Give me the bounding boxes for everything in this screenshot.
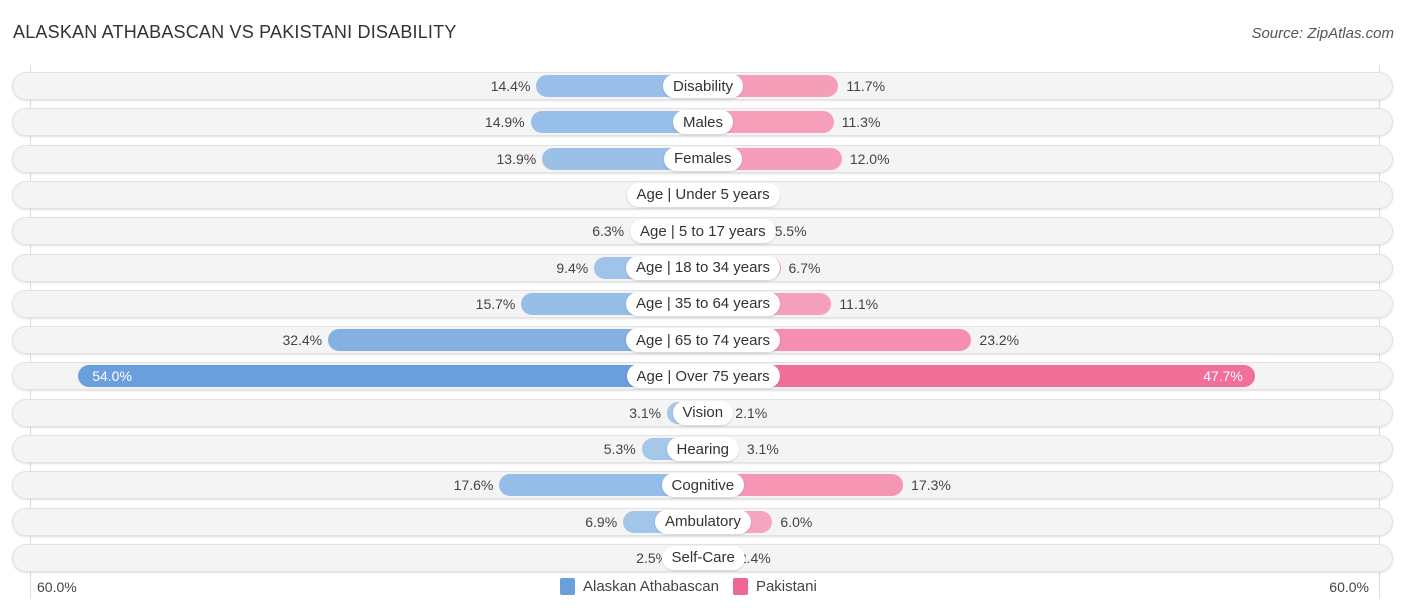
category-label: Cognitive [661, 473, 745, 498]
value-label-alaskan-athabascan: 14.4% [490, 78, 531, 94]
value-label-pakistani: 12.0% [849, 150, 890, 167]
value-label-alaskan-athabascan: 5.3% [603, 441, 636, 457]
value-label-alaskan-athabascan: 6.3% [592, 223, 625, 240]
category-label: Ambulatory [655, 509, 751, 534]
category-label: Self-Care [661, 545, 745, 570]
category-label: Hearing [666, 437, 740, 461]
value-label-pakistani: 2.1% [735, 404, 768, 421]
bar-pakistani[interactable] [703, 365, 1255, 388]
category-label: Age | 35 to 64 years [626, 291, 780, 316]
row-males: 14.9% 11.3% Males [12, 108, 1393, 137]
value-label-pakistani: 11.1% [839, 295, 879, 312]
value-label-alaskan-athabascan: 3.1% [629, 404, 662, 421]
category-label: Males [673, 110, 734, 135]
row-age-18-to-34-years: 9.4% 6.7% Age | 18 to 34 years [12, 253, 1393, 282]
legend-item-alaskan-athabascan[interactable]: Alaskan Athabascan [560, 578, 719, 595]
value-label-pakistani: 3.1% [746, 441, 779, 457]
value-label-pakistani: 6.0% [780, 513, 813, 530]
value-label-pakistani: 6.7% [788, 259, 821, 276]
row-age-35-to-64-years: 15.7% 11.1% Age | 35 to 64 years [12, 289, 1393, 318]
legend-label: Pakistani [755, 578, 817, 595]
category-label: Females [664, 146, 742, 171]
source-label: Source: ZipAtlas.com [1251, 25, 1394, 42]
right-axis-label: 60.0% [1329, 579, 1369, 595]
category-label: Disability [663, 74, 744, 98]
value-label-alaskan-athabascan: 14.9% [484, 114, 525, 131]
legend-label: Alaskan Athabascan [583, 578, 719, 595]
category-label: Vision [672, 400, 734, 425]
value-label-alaskan-athabascan: 13.9% [496, 150, 537, 167]
row-disability: 14.4% 11.7% Disability [12, 72, 1393, 100]
value-label-alaskan-athabascan: 32.4% [282, 332, 323, 349]
value-label-pakistani: 23.2% [979, 332, 1020, 349]
legend-swatch-alaskan-athabascan [560, 578, 575, 595]
value-label-pakistani: 17.3% [911, 477, 951, 494]
left-axis-label: 60.0% [37, 579, 77, 595]
value-label-pakistani: 5.5% [774, 223, 807, 240]
category-label: Age | 5 to 17 years [630, 219, 776, 244]
row-cognitive: 17.6% 17.3% Cognitive [12, 471, 1393, 500]
value-label-alaskan-athabascan: 54.0% [92, 368, 132, 385]
value-label-pakistani: 11.7% [846, 78, 886, 94]
legend-item-pakistani[interactable]: Pakistani [732, 578, 817, 595]
value-label-pakistani: 47.7% [1203, 368, 1243, 385]
row-age-5-to-17-years: 6.3% 5.5% Age | 5 to 17 years [12, 217, 1393, 246]
category-label: Age | Over 75 years [626, 364, 780, 389]
legend: Alaskan Athabascan Pakistani [560, 578, 831, 595]
row-age-65-to-74-years: 32.4% 23.2% Age | 65 to 74 years [12, 326, 1393, 355]
row-age-under-5-years: 1.5%1.3%Age | Under 5 years [12, 180, 1393, 209]
row-ambulatory: 6.9% 6.0% Ambulatory [12, 507, 1393, 536]
category-label: Age | Under 5 years [626, 182, 780, 207]
row-hearing: 5.3% 3.1% Hearing [12, 435, 1393, 463]
row-self-care: 2.5% 2.4% Self-Care [12, 543, 1393, 572]
value-label-alaskan-athabascan: 9.4% [556, 259, 589, 276]
row-vision: 3.1% 2.1% Vision [12, 398, 1393, 427]
category-label: Age | 65 to 74 years [626, 328, 780, 353]
legend-swatch-pakistani [732, 578, 748, 595]
value-label-alaskan-athabascan: 6.9% [585, 513, 618, 530]
value-label-pakistani: 11.3% [841, 114, 881, 131]
value-label-alaskan-athabascan: 15.7% [475, 295, 516, 312]
row-age-over-75-years: 54.0% 47.7% Age | Over 75 years [12, 362, 1393, 391]
category-label: Age | 18 to 34 years [626, 255, 780, 280]
bar-alaskan-athabascan[interactable] [78, 365, 703, 388]
row-females: 13.9% 12.0% Females [12, 144, 1393, 173]
value-label-alaskan-athabascan: 17.6% [453, 477, 494, 494]
chart-title: ALASKAN ATHABASCAN VS PAKISTANI DISABILI… [13, 22, 457, 42]
